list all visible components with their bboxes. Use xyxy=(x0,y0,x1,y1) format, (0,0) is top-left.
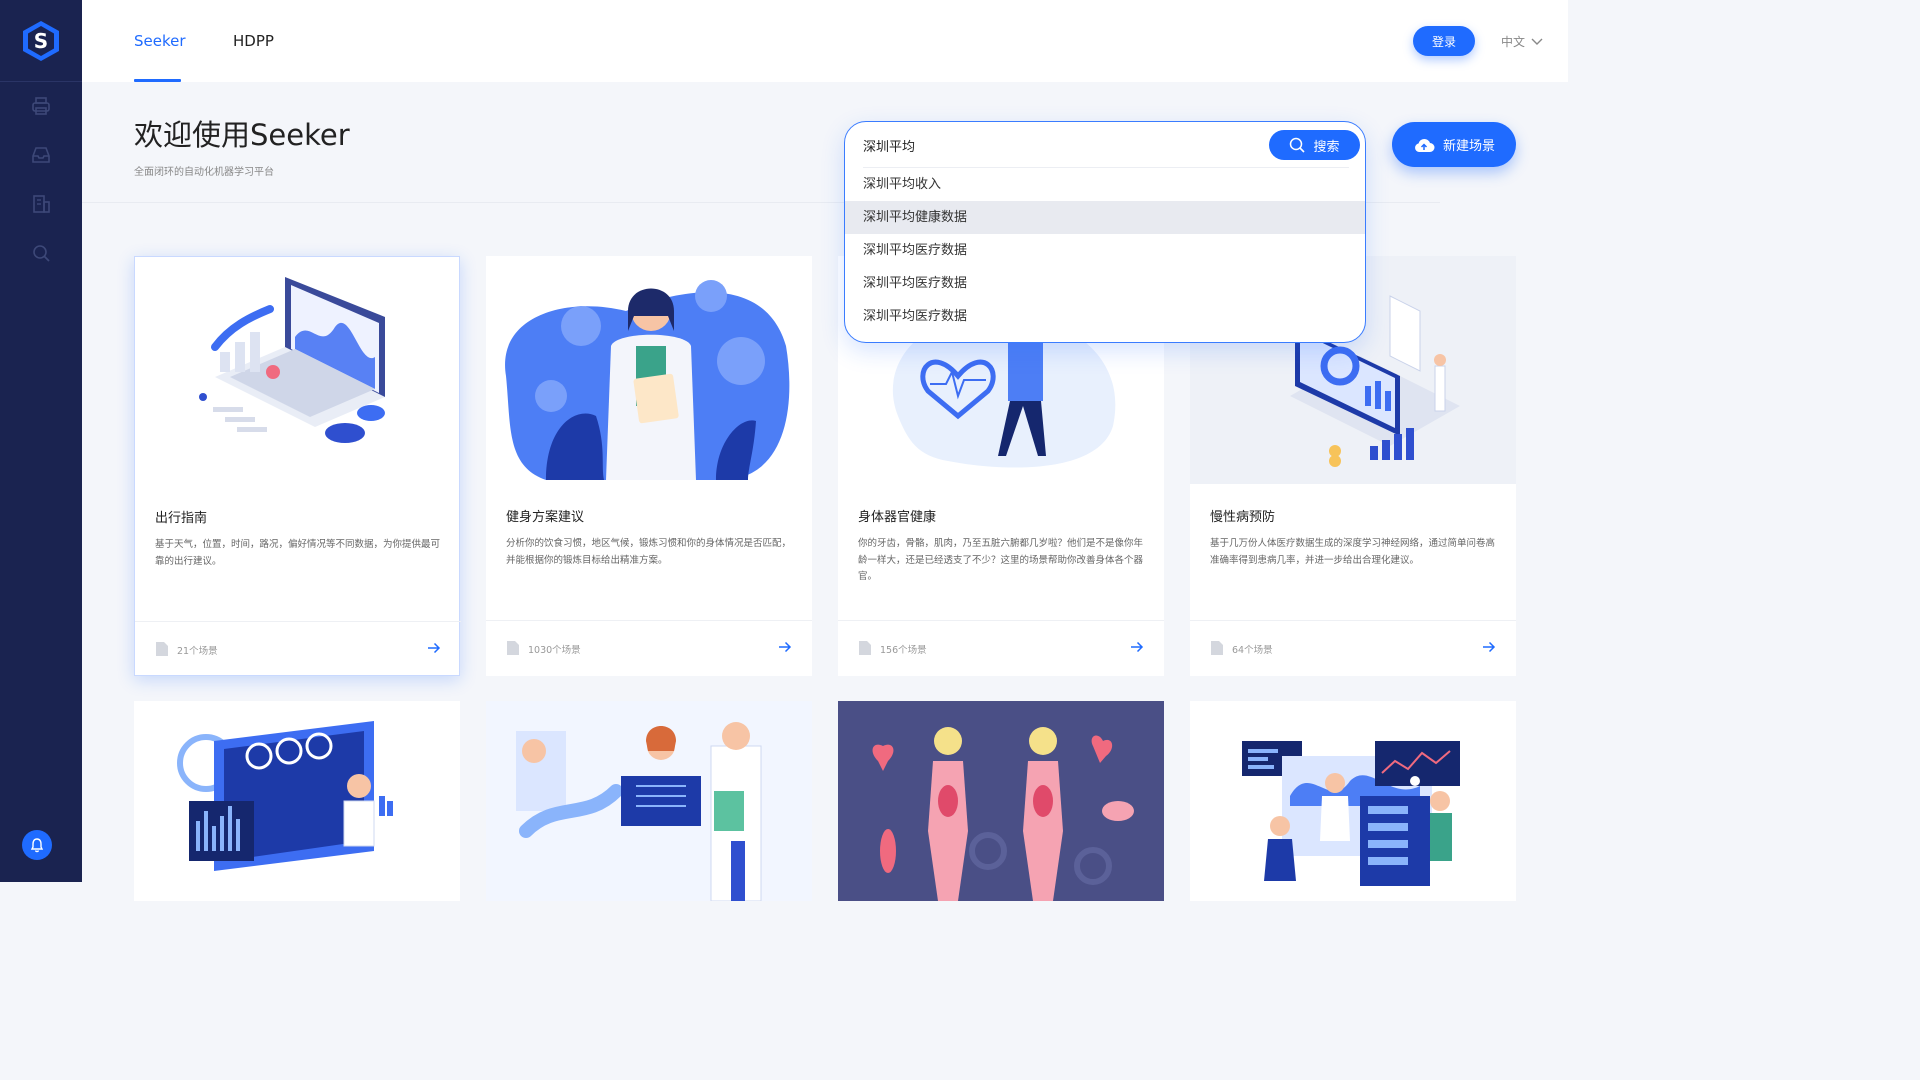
suggestion-item[interactable]: 深圳平均收入 xyxy=(845,168,1365,201)
card-divider xyxy=(135,621,461,622)
card-title: 慢性病预防 xyxy=(1210,510,1276,525)
card-description: 你的牙齿，骨骼，肌肉，乃至五脏六腑都几岁啦？他们是不是像你年龄一样大，还是已经透… xyxy=(858,538,1144,582)
search-button[interactable]: 搜索 xyxy=(1269,130,1360,160)
seeker-logo-icon: S xyxy=(23,20,59,61)
card-title: 身体器官健康 xyxy=(858,510,937,525)
card-description: 分析你的饮食习惯，地区气候，锻炼习惯和你的身体情况是否匹配，并能根据你的锻炼目标… xyxy=(506,538,792,566)
card-title: 健身方案建议 xyxy=(506,510,585,525)
search-user-icon[interactable] xyxy=(30,242,52,264)
scene-card[interactable] xyxy=(486,701,812,901)
page-subtitle: 全面闭环的自动化机器学习平台 xyxy=(134,167,274,178)
scene-count: 156个场景 xyxy=(880,645,927,656)
card-description: 基于天气，位置，时间，路况，偏好情况等不同数据，为你提供最可靠的出行建议。 xyxy=(155,539,441,567)
card-illustration xyxy=(838,701,1164,901)
tab-seeker[interactable]: Seeker xyxy=(134,0,186,82)
scene-count: 1030个场景 xyxy=(528,645,581,656)
scene-card[interactable] xyxy=(134,701,460,901)
page-title: 欢迎使用Seeker xyxy=(134,118,350,152)
scene-card[interactable] xyxy=(838,701,1164,901)
search-icon xyxy=(1290,137,1306,153)
card-divider xyxy=(1190,620,1516,621)
scene-card[interactable]: 出行指南 基于天气，位置，时间，路况，偏好情况等不同数据，为你提供最可靠的出行建… xyxy=(134,256,461,676)
document-icon xyxy=(507,641,519,655)
search-input[interactable]: 深圳平均 xyxy=(863,136,915,155)
chevron-down-icon xyxy=(1531,38,1543,45)
arrow-right-icon[interactable] xyxy=(427,642,441,654)
card-illustration xyxy=(486,701,812,901)
card-illustration xyxy=(135,257,461,485)
search-panel: 深圳平均 搜索 深圳平均收入 深圳平均健康数据 深圳平均医疗数据 深圳平均医疗数… xyxy=(844,121,1366,343)
svg-text:S: S xyxy=(34,29,48,53)
card-illustration xyxy=(486,256,812,484)
document-icon xyxy=(1211,641,1223,655)
new-scene-label: 新建场景 xyxy=(1442,139,1495,154)
card-title: 出行指南 xyxy=(155,511,208,526)
card-divider xyxy=(838,620,1164,621)
suggestion-item[interactable]: 深圳平均医疗数据 xyxy=(845,267,1365,300)
tab-hdpp[interactable]: HDPP xyxy=(233,0,274,82)
new-scene-button[interactable]: 新建场景 xyxy=(1392,122,1516,167)
language-label: 中文 xyxy=(1501,35,1526,49)
inbox-icon[interactable] xyxy=(30,144,52,166)
login-button[interactable]: 登录 xyxy=(1413,26,1475,56)
scene-count: 21个场景 xyxy=(177,646,218,657)
building-icon[interactable] xyxy=(30,193,52,215)
document-icon xyxy=(859,641,871,655)
card-illustration xyxy=(177,721,393,871)
active-tab-indicator xyxy=(134,79,181,82)
arrow-right-icon[interactable] xyxy=(778,641,792,653)
logo[interactable]: S xyxy=(0,0,82,82)
sidebar: S xyxy=(0,0,82,882)
scene-count: 64个场景 xyxy=(1232,645,1273,656)
top-navigation: Seeker HDPP 登录 中文 xyxy=(82,0,1568,82)
arrow-right-icon[interactable] xyxy=(1482,641,1496,653)
cloud-upload-icon xyxy=(1415,138,1435,152)
printer-icon[interactable] xyxy=(30,95,52,117)
language-selector[interactable]: 中文 xyxy=(1501,33,1543,50)
suggestion-item[interactable]: 深圳平均医疗数据 xyxy=(845,234,1365,267)
scene-card[interactable] xyxy=(1190,701,1516,901)
suggestion-item[interactable]: 深圳平均医疗数据 xyxy=(845,300,1365,333)
suggestion-item-highlighted[interactable]: 深圳平均健康数据 xyxy=(845,201,1365,234)
arrow-right-icon[interactable] xyxy=(1130,641,1144,653)
card-divider xyxy=(486,620,812,621)
bell-icon xyxy=(30,838,44,853)
card-illustration xyxy=(1242,741,1460,886)
scene-card[interactable]: 健身方案建议 分析你的饮食习惯，地区气候，锻炼习惯和你的身体情况是否匹配，并能根… xyxy=(486,256,812,676)
card-description: 基于几万份人体医疗数据生成的深度学习神经网络，通过简单问卷高准确率得到患病几率，… xyxy=(1210,538,1496,566)
notification-button[interactable] xyxy=(22,830,52,860)
search-button-label: 搜索 xyxy=(1313,139,1340,155)
document-icon xyxy=(156,642,168,656)
